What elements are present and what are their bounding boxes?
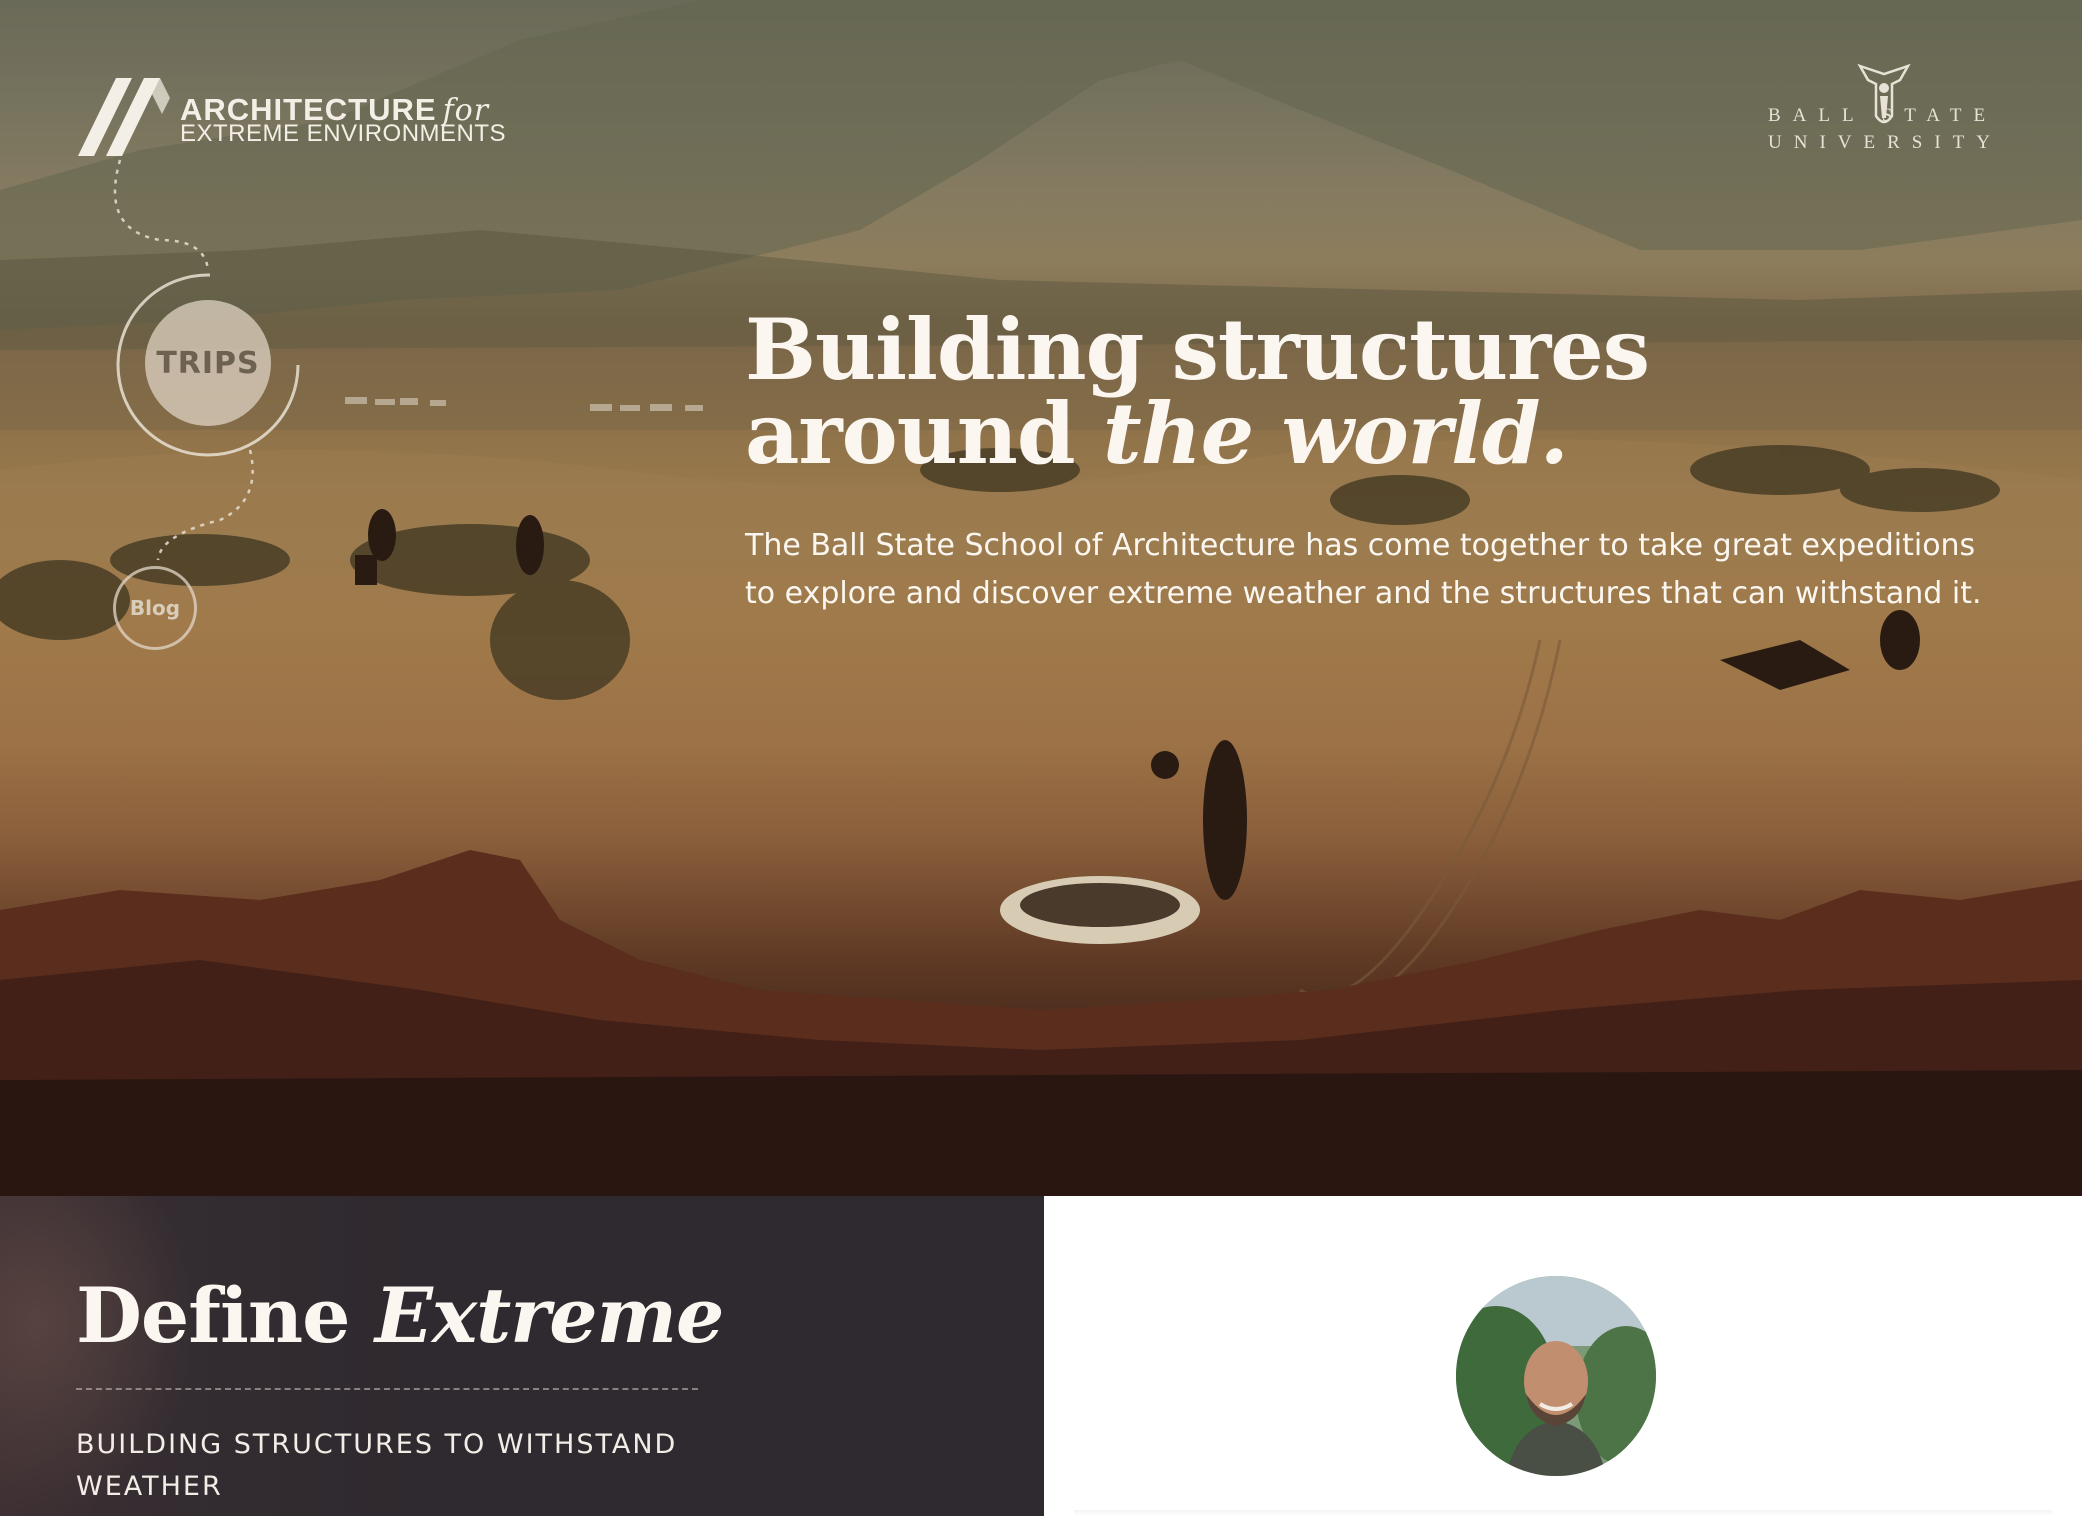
nav-trips-button[interactable]: TRIPS [145, 300, 271, 426]
hero-headline: Building structures around the world. [745, 308, 1945, 476]
person-avatar-photo[interactable] [1456, 1276, 1656, 1476]
nav-blog-button[interactable]: Blog [113, 566, 197, 650]
university-name-line2: UNIVERSITY [1768, 132, 2002, 153]
card-shadow [1074, 1510, 2052, 1516]
define-extreme-subtitle: BUILDING STRUCTURES TO WITHSTAND WEATHER [76, 1429, 678, 1502]
define-extreme-panel: Define Extreme BUILDING STRUCTURES TO WI… [0, 1196, 1044, 1516]
dashed-divider [76, 1388, 698, 1390]
avatar-image [1456, 1276, 1656, 1476]
define-heading-regular: Define [76, 1271, 375, 1360]
hero-section: ARCHITECTURE for EXTREME ENVIRONMENTS BAL… [0, 0, 2082, 1196]
hero-description: The Ball State School of Architecture ha… [745, 528, 1982, 611]
define-extreme-heading: Define Extreme [76, 1276, 724, 1356]
university-name-line1: BALL STATE [1768, 105, 1998, 126]
define-heading-italic: Extreme [374, 1271, 725, 1360]
hero-headline-italic: the world. [1102, 384, 1569, 483]
ball-state-logo[interactable]: BALL STATE UNIVERSITY [1768, 60, 2008, 160]
profile-panel [1044, 1196, 2082, 1516]
